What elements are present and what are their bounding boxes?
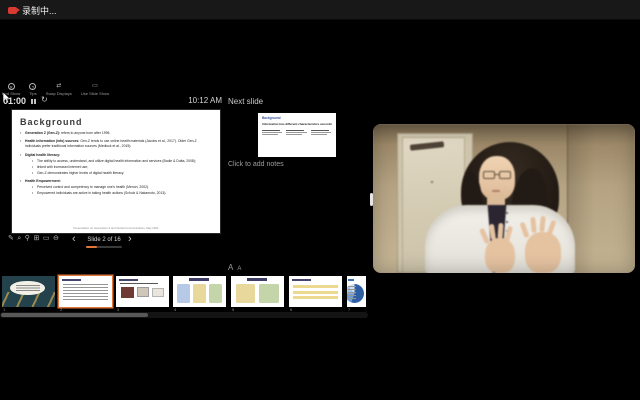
thumbnail-shape	[63, 284, 109, 303]
subtitles-icon[interactable]: ⊞	[33, 234, 39, 244]
filmstrip-slide-7[interactable]	[347, 276, 366, 307]
filmstrip-slide-2[interactable]	[59, 276, 112, 307]
filmstrip-slide-5[interactable]	[231, 276, 284, 307]
filmstrip-slide-3[interactable]	[116, 276, 169, 307]
pen-icon[interactable]: ✎	[8, 234, 14, 244]
video-vignette	[373, 124, 635, 273]
thumbnail-shape	[209, 284, 223, 303]
filmstrip-scrollbar-thumb[interactable]	[1, 313, 148, 317]
end-show-icon: ✕	[8, 83, 15, 90]
thumbnail-shape	[152, 288, 164, 297]
thumbnail-shape	[292, 279, 311, 281]
recording-badge[interactable]: 录制中...	[8, 3, 57, 17]
thumbnail-shape	[236, 284, 255, 303]
toolbar-use-slide-show[interactable]: ▭Use Slide Show	[81, 83, 109, 96]
slide-footer: Presentation on Generation Z and Global …	[12, 226, 220, 230]
slide-bullet: •The ability to access, understand, and …	[32, 159, 212, 164]
next-slide-thumbnail: Background Information has different cha…	[258, 113, 336, 157]
slide-bullet: •Gen-Z demonstrates higher levels of dig…	[32, 171, 212, 176]
current-slide: Background ▪Generation Z (Gen-Z): refers…	[12, 110, 220, 233]
slide-bullet: ▪Generation Z (Gen-Z): refers to anyone …	[20, 131, 212, 136]
toolbar-label: Use Slide Show	[81, 91, 109, 96]
next-slide-thumb-lead: Information has different characteristic…	[262, 122, 332, 126]
slide-bullet: ▪Digital health literacy:	[20, 153, 212, 158]
filmstrip-slide-1[interactable]	[2, 276, 55, 307]
slide-bullet: •linked with increased internet use;	[32, 165, 212, 170]
thumbnail-shape	[121, 287, 134, 298]
thumbnail-shape	[62, 279, 81, 281]
thumbnail-shape	[189, 278, 209, 280]
slide-progress-bar	[86, 246, 122, 248]
slide-body: ▪Generation Z (Gen-Z): refers to anyone …	[20, 131, 212, 196]
clock: 10:12 AM	[150, 96, 222, 105]
restart-timer-icon[interactable]: ↻	[41, 95, 48, 104]
laser-pointer-icon[interactable]: ⚲	[25, 234, 30, 244]
thumbnail-shape	[259, 284, 279, 303]
recording-camera-icon	[8, 7, 17, 14]
pause-timer-icon[interactable]	[31, 99, 36, 104]
black-screen-icon[interactable]: ⊖	[53, 234, 59, 244]
decrease-font-button[interactable]: A	[237, 266, 241, 272]
slide-bullet: •Perceived control and competency to man…	[32, 185, 212, 190]
next-slide-button[interactable]: ›	[128, 233, 132, 245]
webcam-video[interactable]	[373, 124, 635, 273]
notes-placeholder[interactable]: Click to add notes	[228, 161, 284, 168]
previous-slide-button[interactable]: ‹	[72, 233, 76, 245]
increase-font-button[interactable]: A	[228, 263, 233, 272]
thumbnail-shape	[177, 284, 191, 303]
thumbnail-shape	[120, 283, 158, 285]
thumbnail-shape	[119, 279, 138, 281]
thumb-column	[286, 130, 307, 137]
thumbnail-shape	[348, 279, 354, 281]
thumbnail-shape	[293, 291, 338, 294]
slide-bullet: •Empowered individuals are active in tak…	[32, 191, 212, 196]
thumbnail-shape	[293, 296, 338, 299]
thumbnail-shape	[16, 285, 39, 292]
next-slide-thumb-title: Background	[262, 116, 332, 120]
thumbnail-shape	[247, 278, 267, 280]
display-icon[interactable]: ▭	[43, 234, 50, 244]
slide-progress-fill	[86, 246, 97, 248]
next-slide-thumb-columns	[262, 130, 332, 137]
slide-nav-status: Slide 2 of 16	[84, 237, 124, 243]
zoom-icon[interactable]: ⌕	[17, 234, 21, 244]
tips-icon: ?	[29, 83, 36, 90]
toolbar-tips[interactable]: ?Tips	[29, 83, 36, 96]
filmstrip-slide-4[interactable]	[173, 276, 226, 307]
thumbnail-shape	[193, 284, 207, 303]
toolbar-label: Tips	[29, 91, 36, 96]
swap-displays-icon: ⇄	[56, 83, 61, 90]
annotation-toolbar: ✎⌕ ⚲⊞ ▭⊖	[8, 234, 59, 244]
thumbnail-shape	[293, 285, 338, 288]
slide-title: Background	[20, 117, 212, 127]
slide-bullet: ▪Health information (info) sources: Gen-…	[20, 139, 212, 149]
slide-bullet: ▪Health Empowerment:	[20, 179, 212, 184]
thumb-column	[262, 130, 283, 137]
menu-bar	[0, 0, 640, 20]
thumbnail-shape	[348, 286, 356, 301]
filmstrip-slide-6[interactable]	[289, 276, 342, 307]
presenter-toolbar: ✕End Show?Tips⇄Swap Displays▭Use Slide S…	[2, 83, 109, 96]
thumbnail-shape	[137, 287, 149, 297]
recording-label: 录制中...	[22, 4, 57, 17]
next-slide-label: Next slide	[228, 97, 263, 106]
use-slide-show-icon: ▭	[92, 83, 98, 90]
toolbar-swap-displays[interactable]: ⇄Swap Displays	[46, 83, 72, 96]
notes-font-controls: A A	[228, 263, 241, 272]
thumb-column	[311, 130, 332, 137]
toolbar-label: Swap Displays	[46, 91, 72, 96]
elapsed-timer: 01:00	[3, 96, 26, 106]
